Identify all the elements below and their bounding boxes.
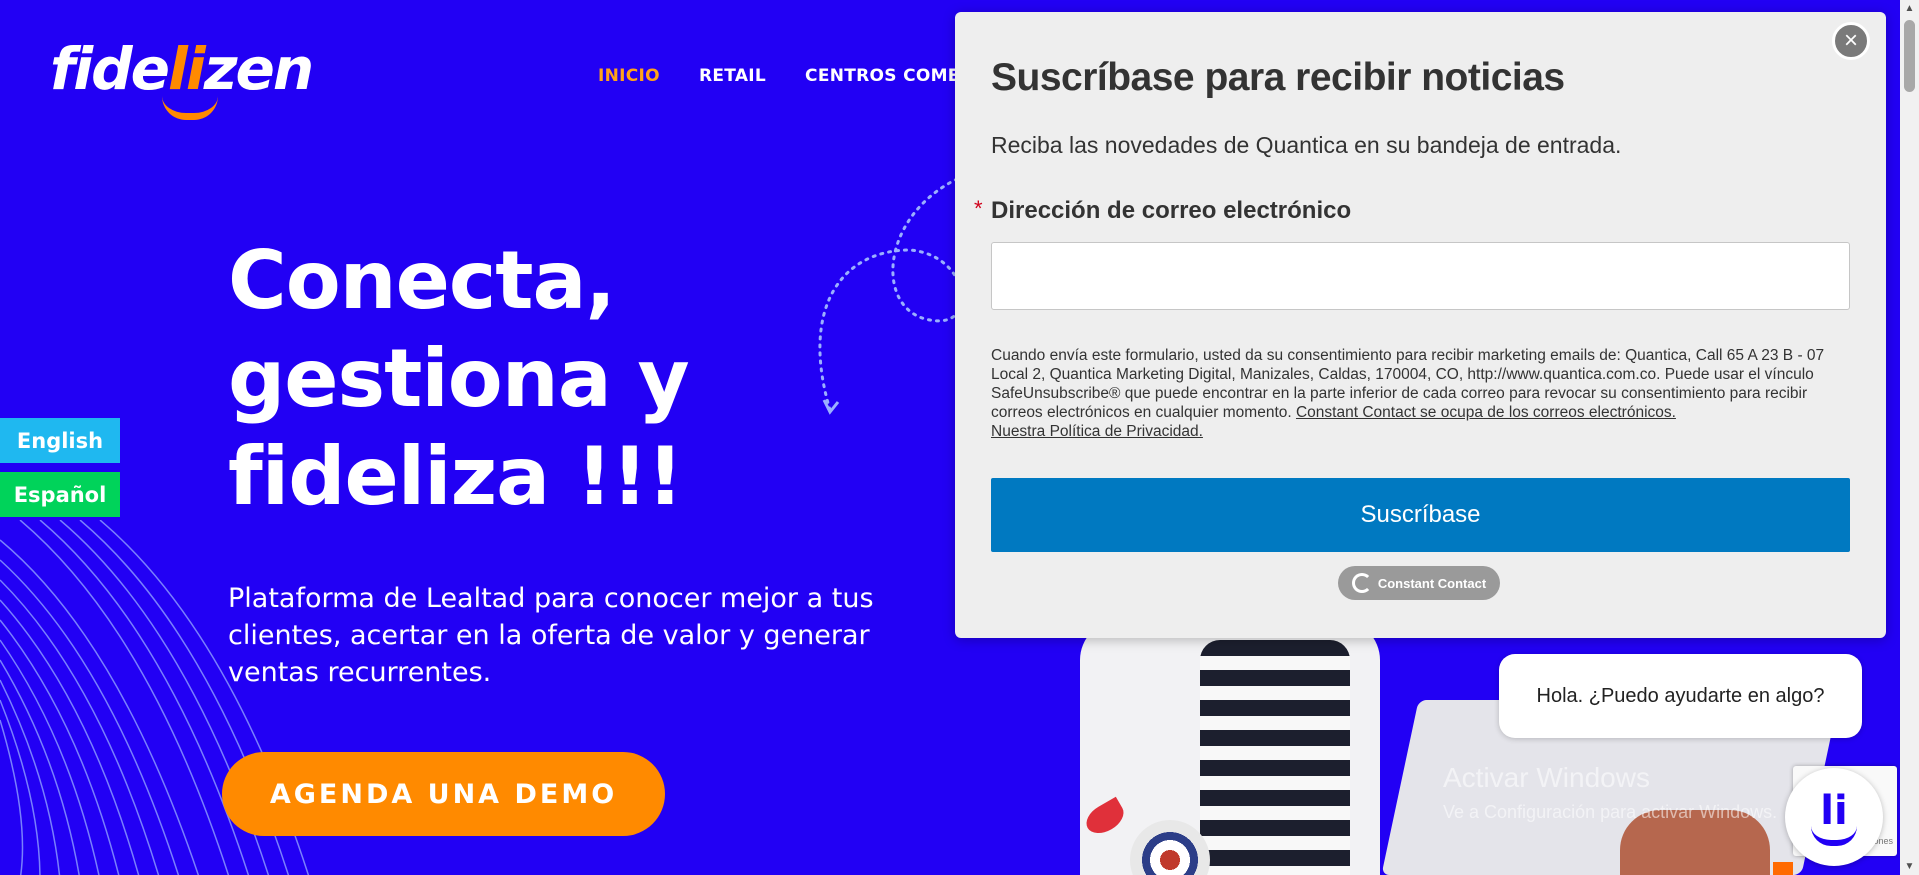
close-icon[interactable]: × <box>1832 22 1870 60</box>
language-english-button[interactable]: English <box>0 418 120 463</box>
logo-wordmark: fidelizen <box>50 35 314 103</box>
nav-item-retail[interactable]: RETAIL <box>699 66 766 86</box>
hero-title: Conecta, gestiona y fideliza !!! <box>228 232 848 526</box>
chat-greeting-bubble[interactable]: Hola. ¿Puedo ayudarte en algo? <box>1499 654 1862 738</box>
chat-avatar-smile <box>1811 826 1857 846</box>
scroll-down-arrow-icon[interactable]: ▼ <box>1900 858 1919 875</box>
page-scrollbar[interactable]: ▲ ▼ <box>1900 0 1919 875</box>
language-spanish-button[interactable]: Español <box>0 472 120 517</box>
hero-title-line: Conecta, <box>228 234 616 327</box>
subscribe-modal: × Suscríbase para recibir noticias Recib… <box>955 12 1886 638</box>
constant-contact-link[interactable]: Constant Contact se ocupa de los correos… <box>1296 404 1676 421</box>
email-field[interactable] <box>991 242 1850 310</box>
consent-text: Cuando envía este formulario, usted da s… <box>991 346 1851 441</box>
hero-subtitle: Plataforma de Lealtad para conocer mejor… <box>228 583 874 688</box>
watermark-line2: Ve a Configuración para activar Windows. <box>1443 802 1778 822</box>
constant-contact-badge[interactable]: Constant Contact <box>1338 566 1500 600</box>
windows-activation-watermark: Activar Windows Ve a Configuración para … <box>1443 762 1777 823</box>
scroll-up-arrow-icon[interactable]: ▲ <box>1900 0 1919 17</box>
watermark-line1: Activar Windows <box>1443 762 1650 793</box>
scrollbar-thumb[interactable] <box>1904 20 1915 92</box>
privacy-policy-link[interactable]: Nuestra Política de Privacidad. <box>991 423 1203 440</box>
nav-item-inicio[interactable]: INICIO <box>598 66 660 86</box>
chat-avatar-logo: li <box>1820 788 1848 834</box>
required-asterisk: * <box>974 196 983 221</box>
striped-shirt <box>1200 640 1350 875</box>
constant-contact-logo-icon <box>1351 573 1372 593</box>
modal-description: Reciba las novedades de Quantica en su b… <box>991 132 1622 158</box>
agenda-demo-button[interactable]: AGENDA UNA DEMO <box>222 752 665 836</box>
subscribe-button[interactable]: Suscríbase <box>991 478 1850 552</box>
modal-title: Suscríbase para recibir noticias <box>991 56 1565 99</box>
logo-smile-mark <box>162 96 218 120</box>
page: fidelizen INICIO RETAIL CENTROS COMERCIA… <box>0 0 1900 875</box>
email-label: Dirección de correo electrónico <box>991 197 1352 224</box>
chat-launcher-button[interactable]: li <box>1785 768 1883 866</box>
orange-corner-marker <box>1773 862 1793 875</box>
hero-title-line: fideliza !!! <box>228 430 683 523</box>
fidelizen-logo[interactable]: fidelizen <box>50 35 320 120</box>
hero-title-line: gestiona y <box>228 332 690 425</box>
badge-label: Constant Contact <box>1377 575 1487 591</box>
